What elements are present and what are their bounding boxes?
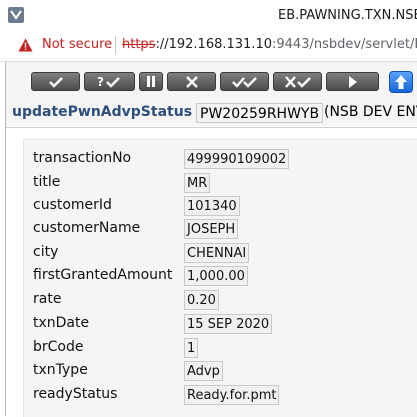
- window-titlebar: EB.PAWNING.TXN.NSB: [0, 0, 417, 32]
- field-label-customer-id: customerId: [33, 197, 112, 213]
- header-divider: [6, 127, 417, 128]
- double-check-icon: [231, 76, 257, 88]
- action-name: updatePwnAdvpStatus: [12, 104, 193, 120]
- not-secure-label[interactable]: Not secure: [42, 37, 112, 52]
- field-value-rate: 0.20: [184, 290, 219, 310]
- url-scheme: https: [122, 37, 156, 52]
- authorise-button[interactable]: [220, 72, 269, 91]
- reverse-button[interactable]: [273, 72, 322, 91]
- warning-icon[interactable]: [18, 38, 33, 52]
- field-value-first-granted-amount: 1,000.00: [184, 266, 248, 286]
- check-icon: [48, 76, 63, 88]
- field-label-rate: rate: [33, 291, 62, 307]
- cross-check-icon: [284, 75, 311, 88]
- field-label-br-code: brCode: [33, 339, 84, 355]
- commit-button[interactable]: [31, 72, 80, 91]
- field-value-txn-date: 15 SEP 2020: [184, 314, 273, 334]
- field-label-txn-date: txnDate: [33, 315, 90, 331]
- close-icon: [185, 75, 198, 88]
- upload-button[interactable]: [389, 71, 413, 93]
- play-icon: [348, 75, 357, 88]
- delete-button[interactable]: [167, 72, 216, 91]
- field-value-customer-id: 101340: [184, 196, 240, 216]
- window-title: EB.PAWNING.TXN.NSB: [278, 8, 417, 23]
- pause-icon: [147, 76, 155, 87]
- field-label-customer-name: customerName: [33, 220, 141, 236]
- validate-button[interactable]: ?: [84, 72, 135, 91]
- field-label-title: title: [33, 174, 61, 190]
- app-logo-icon: [8, 7, 24, 23]
- field-value-customer-name: JOSEPH: [184, 219, 239, 239]
- url-host: ://192.168.131.10: [155, 37, 272, 52]
- up-arrow-icon: [395, 75, 407, 89]
- field-label-ready-status: readyStatus: [33, 386, 118, 402]
- url-path: :9443/nsbdev/servlet/Brc: [272, 37, 417, 52]
- field-value-ready-status: Ready.for.pmt: [184, 385, 280, 405]
- field-value-txn-type: Advp: [184, 361, 223, 381]
- url-text[interactable]: https://192.168.131.10:9443/nsbdev/servl…: [122, 37, 417, 52]
- field-label-txn-type: txnType: [33, 362, 88, 378]
- transaction-id-field[interactable]: PW20259RHWYB: [196, 103, 324, 123]
- address-separator: [115, 36, 116, 54]
- field-value-br-code: 1: [184, 338, 199, 358]
- field-label-first-granted-amount: firstGrantedAmount: [33, 267, 173, 283]
- field-label-city: city: [33, 244, 59, 260]
- question-check-icon: ?: [97, 75, 120, 88]
- field-value-city: CHENNAI: [184, 243, 250, 263]
- svg-text:?: ?: [97, 75, 104, 88]
- company-label: (NSB DEV ENV: [324, 104, 417, 120]
- field-value-transaction-no: 499990109002: [184, 149, 290, 169]
- field-label-transaction-no: transactionNo: [33, 150, 132, 166]
- next-button[interactable]: [326, 72, 379, 91]
- field-value-title: MR: [184, 173, 211, 193]
- hold-button[interactable]: [139, 72, 163, 91]
